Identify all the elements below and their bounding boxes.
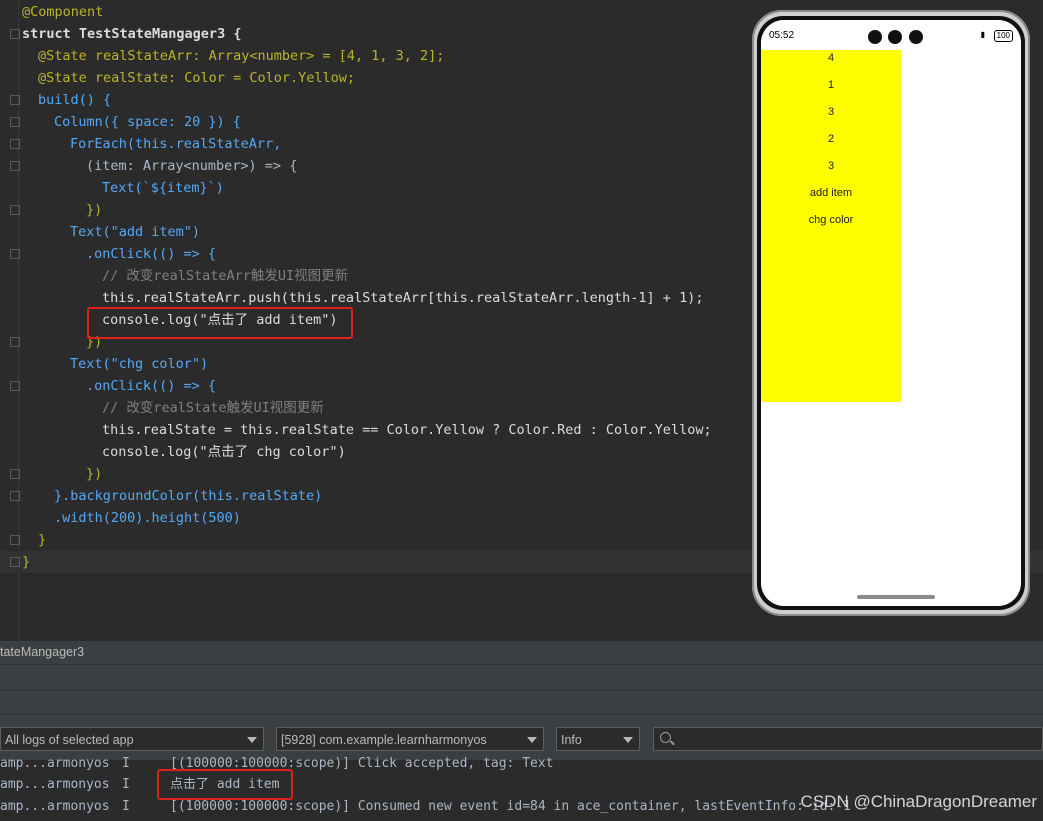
code-line: .onClick(() => { [86, 246, 217, 262]
chevron-down-icon [623, 737, 633, 743]
code-comment: // 改变realState触发UI视图更新 [102, 400, 324, 416]
code-line: @Component [22, 4, 104, 20]
code-line: @State realState: Color = Color.Yellow; [38, 70, 355, 86]
log-tag: amp...armonyos [0, 777, 110, 792]
camera-icon [909, 30, 923, 44]
list-item: 2 [827, 133, 835, 145]
column-container: 4 1 3 2 3 add item chg color [761, 50, 901, 402]
chevron-down-icon [247, 737, 257, 743]
process-value: [5928] com.example.learnharmonyos [281, 733, 487, 747]
fold-marker[interactable] [10, 161, 20, 171]
phone-bezel: 05:52 ▮ 100 4 1 3 2 3 add item chg color [757, 16, 1025, 610]
list-item: 3 [827, 106, 835, 118]
log-scope-value: All logs of selected app [5, 733, 134, 747]
list-item: 4 [827, 52, 835, 64]
battery-glyph-icon: ▮ [980, 30, 985, 39]
chevron-down-icon [527, 737, 537, 743]
code-line: console.log("点击了 chg color") [102, 444, 346, 460]
battery-icon: 100 [993, 30, 1013, 42]
code-line: Text("add item") [70, 224, 201, 240]
code-line: @State realStateArr: Array<number> = [4,… [38, 48, 445, 64]
phone-screen[interactable]: 05:52 ▮ 100 4 1 3 2 3 add item chg color [761, 20, 1021, 606]
list-item: 1 [827, 79, 835, 91]
code-line: this.realStateArr.push(this.realStateArr… [102, 290, 704, 306]
fold-marker[interactable] [10, 95, 20, 105]
code-comment: // 改变realStateArr触发UI视图更新 [102, 268, 349, 284]
log-scope-dropdown[interactable]: All logs of selected app [0, 727, 264, 751]
search-icon [660, 732, 671, 743]
fold-marker[interactable] [10, 139, 20, 149]
highlight-box [87, 307, 353, 339]
fold-marker[interactable] [10, 557, 20, 567]
fold-marker[interactable] [10, 381, 20, 391]
fold-marker[interactable] [10, 535, 20, 545]
code-line: } [38, 532, 47, 548]
code-line: Column({ space: 20 }) { [54, 114, 241, 130]
code-line: Text("chg color") [70, 356, 209, 372]
device-preview: 05:52 ▮ 100 4 1 3 2 3 add item chg color [752, 10, 1030, 616]
highlight-box [157, 769, 293, 800]
code-line: }) [86, 466, 103, 482]
home-indicator [857, 595, 935, 599]
code-line: Text(`${item}`) [102, 180, 224, 196]
log-level: I [122, 799, 130, 814]
fold-marker[interactable] [10, 469, 20, 479]
camera-icon [888, 30, 902, 44]
add-item-button[interactable]: add item [761, 187, 901, 199]
code-line: }.backgroundColor(this.realState) [54, 488, 323, 504]
code-line: .width(200).height(500) [54, 510, 241, 526]
log-tag: amp...armonyos [0, 799, 110, 814]
fold-marker[interactable] [10, 337, 20, 347]
tool-window-title[interactable]: tateMangager3 [0, 640, 1043, 665]
fold-marker[interactable] [10, 29, 20, 39]
code-line: this.realState = this.realState == Color… [102, 422, 712, 438]
chg-color-button[interactable]: chg color [761, 214, 901, 226]
code-line: }) [86, 202, 103, 218]
tool-window-name: tateMangager3 [0, 645, 85, 659]
list-item: 3 [827, 160, 835, 172]
watermark: CSDN @ChinaDragonDreamer [800, 792, 1037, 811]
log-search-input[interactable] [653, 727, 1043, 751]
status-bar: 05:52 ▮ 100 [761, 20, 1021, 50]
toolbar-strip [0, 664, 1043, 691]
log-level-dropdown[interactable]: Info [556, 727, 640, 751]
fold-marker[interactable] [10, 117, 20, 127]
log-level: I [122, 756, 130, 771]
code-line: struct TestStateMangager3 { [22, 26, 242, 42]
log-tag: amp...armonyos [0, 756, 110, 771]
code-line: .onClick(() => { [86, 378, 217, 394]
code-line: } [22, 554, 31, 570]
process-dropdown[interactable]: [5928] com.example.learnharmonyos [276, 727, 544, 751]
camera-icon [868, 30, 882, 44]
toolbar-strip [0, 690, 1043, 715]
fold-marker[interactable] [10, 249, 20, 259]
code-line: ForEach(this.realStateArr, [70, 136, 282, 152]
fold-marker[interactable] [10, 205, 20, 215]
status-time: 05:52 [769, 30, 795, 41]
fold-marker[interactable] [10, 491, 20, 501]
log-level: I [122, 777, 130, 792]
code-line: build() { [38, 92, 112, 108]
code-line: (item: Array<number>) => { [86, 158, 298, 174]
log-level-value: Info [561, 733, 582, 747]
